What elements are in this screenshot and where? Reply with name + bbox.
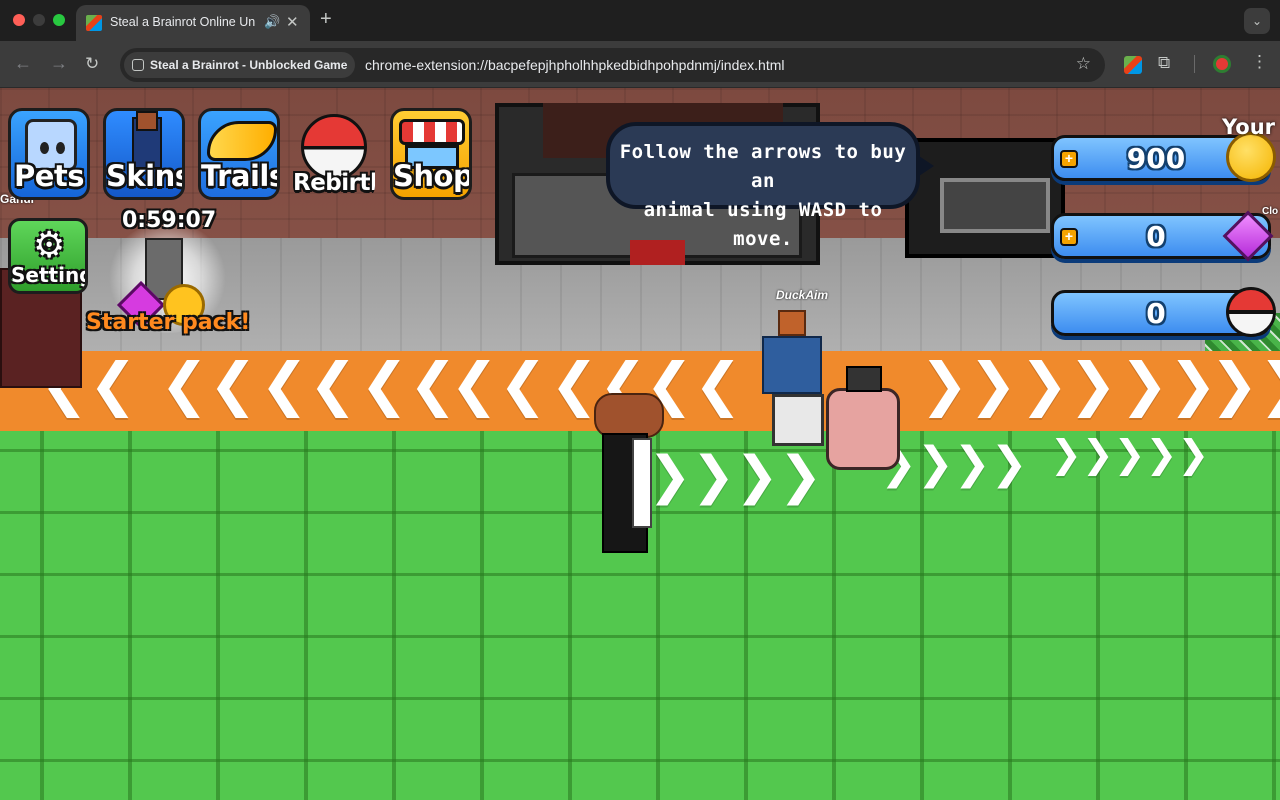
speaker-icon[interactable]: 🔊: [264, 14, 280, 30]
browser-tab-active[interactable]: Steal a Brainrot Online Un 🔊 ✕: [76, 5, 310, 41]
chevron-right-icon: ❯❯❯❯: [648, 446, 823, 506]
chevron-right-icon: ❯❯: [920, 350, 1018, 418]
back-arrow-icon[interactable]: ←: [14, 53, 32, 74]
forward-arrow-icon[interactable]: →: [50, 53, 68, 74]
coins-panel: + 900: [1051, 132, 1276, 182]
tutorial-bubble: Follow the arrows to buy an animal using…: [606, 122, 934, 250]
tab-favicon-icon: [86, 15, 102, 31]
toolbar-divider: [1194, 55, 1195, 73]
skins-button[interactable]: Skins: [103, 108, 185, 200]
chevron-right-icon: ❯❯: [1020, 350, 1118, 418]
game-canvas[interactable]: ❮❮ ❮❮ ❮❮ ❮❮ ❮❮ ❮❮ ❮❮ ❯❯ ❯❯ ❯❯ ❯ ❯ ❯❯❯ ❯ ❯❯…: [0, 88, 1280, 800]
tutorial-text: Follow the arrows to buy an animal using…: [610, 138, 916, 254]
gems-panel: + 0: [1051, 210, 1274, 262]
bookmark-star-icon[interactable]: ☆: [1076, 54, 1091, 74]
trails-button-label: Trails: [201, 159, 280, 193]
add-gems-button[interactable]: +: [1060, 228, 1078, 246]
skins-button-label: Skins: [106, 159, 185, 193]
pet-pig: [826, 388, 900, 470]
settings-button[interactable]: ⚙ Settings: [8, 218, 88, 294]
pet-eye: [40, 142, 49, 154]
new-tab-button[interactable]: +: [320, 8, 332, 31]
chevron-right-icon: ❯❯: [1120, 350, 1218, 418]
window-close-button[interactable]: [13, 14, 25, 26]
gems-value: 0: [1146, 220, 1166, 253]
pet-eye: [56, 142, 65, 154]
base-sign-text: Your: [1222, 115, 1276, 139]
tutorial-line-2: animal using WASD to move.: [643, 199, 883, 250]
add-coins-button[interactable]: +: [1060, 150, 1078, 168]
chevron-left-icon: ❮❮: [360, 350, 458, 418]
kebab-menu-icon[interactable]: ⋮: [1251, 52, 1268, 72]
settings-button-label: Settings: [11, 263, 85, 287]
url-text[interactable]: chrome-extension://bacpefepjhpholhhpkedb…: [365, 57, 785, 73]
npc-head: [778, 310, 806, 336]
chevron-left-icon: ❮❮: [260, 350, 358, 418]
browser-tab-bar: Steal a Brainrot Online Un 🔊 ✕ + ⌄: [0, 0, 1280, 41]
player-arm: [632, 438, 652, 528]
trails-button[interactable]: Trails: [198, 108, 280, 200]
gem-icon: [1222, 210, 1274, 262]
base-building-window: [940, 178, 1050, 233]
rebirth-button[interactable]: Rebirth: [293, 108, 375, 200]
extension-page-icon: [132, 59, 144, 71]
rebirth-button-label: Rebirth: [293, 170, 375, 196]
shop-button-label: Shop: [393, 159, 472, 193]
gear-icon: ⚙: [33, 224, 66, 265]
chevron-right-icon: ❯❯❯❯: [880, 438, 1028, 489]
player-tag-duckaim: DuckAim: [776, 288, 829, 302]
trail-icon: [207, 121, 277, 161]
npc-body: [762, 336, 822, 394]
reload-icon[interactable]: ↻: [85, 54, 99, 74]
pets-button[interactable]: Pets: [8, 108, 90, 200]
shop-awning-icon: [399, 119, 465, 145]
tab-search-button[interactable]: ⌄: [1244, 8, 1270, 34]
profile-avatar[interactable]: [1213, 55, 1231, 73]
rebirths-value: 0: [1146, 297, 1166, 330]
site-info-chip[interactable]: Steal a Brainrot - Unblocked Game: [124, 52, 356, 78]
skin-head-icon: [136, 111, 158, 131]
rebirths-panel: 0: [1051, 287, 1276, 337]
site-chip-label: Steal a Brainrot - Unblocked Game: [150, 58, 348, 72]
chevron-left-icon: ❮❮: [160, 350, 258, 418]
pet-hat: [846, 366, 882, 392]
tutorial-line-1: Follow the arrows to buy an: [619, 141, 907, 192]
starter-pack-timer: 0:59:07: [122, 208, 217, 233]
chevron-right-icon: ❯❯❯❯❯: [1050, 432, 1210, 476]
starter-pack-button[interactable]: Starter pack!: [86, 310, 250, 335]
tab-title: Steal a Brainrot Online Un: [110, 15, 256, 29]
shop-button[interactable]: Shop: [390, 108, 472, 200]
coin-icon: [1226, 132, 1276, 182]
pet-cat: [772, 394, 824, 446]
pets-button-label: Pets: [13, 159, 85, 193]
coins-value: 900: [1126, 142, 1186, 175]
tab-close-icon[interactable]: ✕: [286, 13, 299, 31]
player-tag-right: Clo: [1262, 206, 1279, 217]
rebirth-icon: [1226, 287, 1276, 337]
window-zoom-button[interactable]: [53, 14, 65, 26]
player-hair: [594, 393, 664, 438]
game-extension-icon[interactable]: [1124, 56, 1142, 74]
address-bar[interactable]: Steal a Brainrot - Unblocked Game chrome…: [120, 48, 1105, 82]
chevron-right-icon: ❯❯: [1210, 350, 1280, 418]
puzzle-icon[interactable]: ⧉: [1158, 53, 1170, 73]
browser-toolbar: ← → ↻ Steal a Brainrot - Unblocked Game …: [0, 41, 1280, 88]
chevron-left-icon: ❮❮: [450, 350, 548, 418]
window-minimize-button[interactable]: [33, 14, 45, 26]
